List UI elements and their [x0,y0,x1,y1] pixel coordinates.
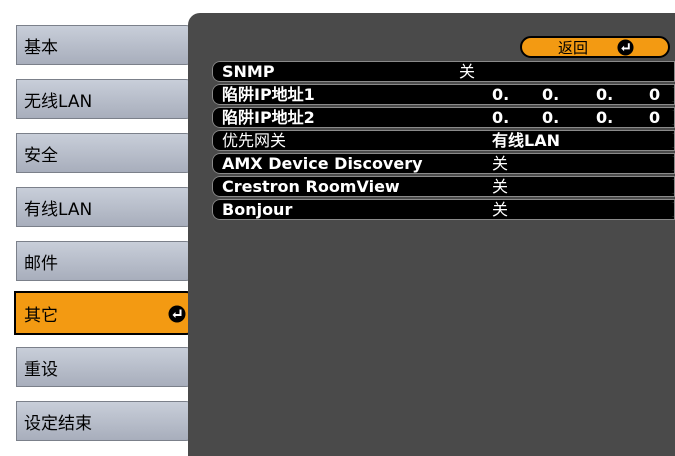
setting-value: 关 [459,62,476,81]
sidebar-menu: 基本 无线LAN 安全 有线LAN 邮件 其它 重设 设定结束 [0,0,200,456]
setting-label: 陷阱IP地址2 [222,108,315,127]
setting-value: 关 [492,200,509,219]
setting-value: 有线LAN [492,131,560,150]
sidebar-item-other[interactable]: 其它 [14,291,196,335]
row-edge [667,156,675,171]
sidebar-item-label: 基本 [24,37,58,58]
row-edge [667,87,675,102]
ip-octet: 0. [492,85,510,104]
sidebar-item-finish-setup[interactable]: 设定结束 [14,399,196,443]
setting-label: Crestron RoomView [222,177,400,196]
ip-octet: 0 [649,108,661,127]
ip-octet: 0. [542,85,560,104]
sidebar-item-wired-lan[interactable]: 有线LAN [14,185,196,229]
ip-octet: 0. [542,108,560,127]
row-edge [667,179,675,194]
setting-row-trap-ip-2[interactable]: 陷阱IP地址2 0. 0. 0. 0 [212,107,675,128]
sidebar-item-label: 邮件 [24,253,58,274]
setting-label: 优先网关 [222,131,287,150]
sidebar-item-wireless-lan[interactable]: 无线LAN [14,77,196,121]
sidebar-item-label: 其它 [24,305,58,326]
setting-label: 陷阱IP地址1 [222,85,315,104]
ip-octet: 0 [649,85,661,104]
enter-return-icon [617,39,634,56]
ip-octet: 0. [492,108,510,127]
setting-row-bonjour[interactable]: Bonjour 关 [212,199,675,220]
setting-label: SNMP [222,62,275,81]
setting-row-snmp[interactable]: SNMP 关 [212,61,675,82]
row-edge [667,133,675,148]
back-button[interactable]: 返回 [520,36,670,58]
sidebar-item-reset[interactable]: 重设 [14,345,196,389]
setting-label: Bonjour [222,200,293,219]
setting-label: AMX Device Discovery [222,154,423,173]
settings-list: SNMP 关 陷阱IP地址1 0. 0. 0. 0 陷阱IP地址2 0. 0. … [212,61,675,222]
sidebar-item-label: 重设 [24,359,58,380]
sidebar-item-mail[interactable]: 邮件 [14,239,196,283]
sidebar-item-security[interactable]: 安全 [14,131,196,175]
setting-row-crestron-roomview[interactable]: Crestron RoomView 关 [212,176,675,197]
setting-value: 关 [492,177,509,196]
setting-row-priority-gateway[interactable]: 优先网关 有线LAN [212,130,675,151]
sidebar-item-label: 安全 [24,145,58,166]
setting-value: 关 [492,154,509,173]
sidebar-item-basic[interactable]: 基本 [14,23,196,67]
row-edge [667,202,675,217]
sidebar-item-label: 设定结束 [24,413,92,434]
setting-row-amx-discovery[interactable]: AMX Device Discovery 关 [212,153,675,174]
sidebar-item-label: 无线LAN [24,91,93,112]
enter-return-icon [168,305,186,323]
sidebar-item-label: 有线LAN [24,199,93,220]
back-button-label: 返回 [558,38,589,57]
ip-octet: 0. [596,108,614,127]
ip-octet: 0. [596,85,614,104]
setting-row-trap-ip-1[interactable]: 陷阱IP地址1 0. 0. 0. 0 [212,84,675,105]
row-edge [667,110,675,125]
